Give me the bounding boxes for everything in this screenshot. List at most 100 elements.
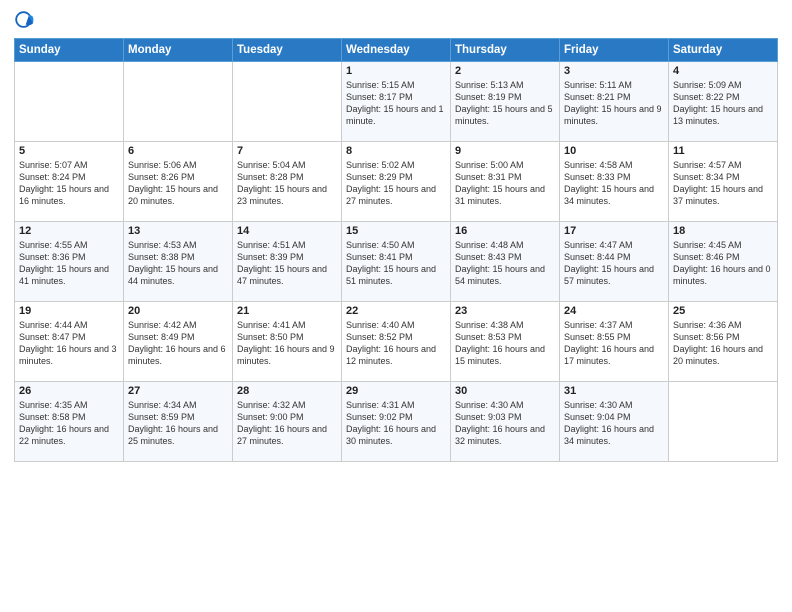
day-number: 31 — [564, 385, 664, 397]
calendar-cell: 22 Sunrise: 4:40 AM Sunset: 8:52 PM Dayli… — [342, 302, 451, 382]
day-info: Sunrise: 4:34 AM Sunset: 8:59 PM Dayligh… — [128, 399, 228, 448]
calendar-cell: 27Sunrise: 4:34 AM Sunset: 8:59 PM Dayli… — [124, 382, 233, 462]
calendar-cell: 15 Sunrise: 4:50 AM Sunset: 8:41 PM Dayli… — [342, 222, 451, 302]
day-number: 22 — [346, 305, 446, 317]
day-info: Sunrise: 4:38 AM Sunset: 8:53 PM Dayligh… — [455, 319, 555, 368]
day-info: Sunrise: 4:30 AM Sunset: 9:03 PM Dayligh… — [455, 399, 555, 448]
day-info: Sunrise: 4:53 AM Sunset: 8:38 PM Dayligh… — [128, 239, 228, 288]
day-info: Sunrise: 4:36 AM Sunset: 8:56 PM Dayligh… — [673, 319, 773, 368]
day-info: Sunrise: 5:06 AM Sunset: 8:26 PM Dayligh… — [128, 159, 228, 208]
calendar-cell: 3Sunrise: 5:11 AM Sunset: 8:21 PM Daylig… — [560, 62, 669, 142]
logo — [14, 10, 40, 32]
day-info: Sunrise: 4:32 AM Sunset: 9:00 PM Dayligh… — [237, 399, 337, 448]
day-of-week-header: Saturday — [669, 39, 778, 62]
day-info: Sunrise: 4:42 AM Sunset: 8:49 PM Dayligh… — [128, 319, 228, 368]
day-number: 9 — [455, 145, 555, 157]
day-info: Sunrise: 5:00 AM Sunset: 8:31 PM Dayligh… — [455, 159, 555, 208]
day-number: 26 — [19, 385, 119, 397]
day-info: Sunrise: 5:02 AM Sunset: 8:29 PM Dayligh… — [346, 159, 446, 208]
calendar-cell: 31 Sunrise: 4:30 AM Sunset: 9:04 PM Dayli… — [560, 382, 669, 462]
day-number: 8 — [346, 145, 446, 157]
day-of-week-header: Sunday — [15, 39, 124, 62]
day-number: 4 — [673, 65, 773, 77]
calendar-week-row: 26Sunrise: 4:35 AM Sunset: 8:58 PM Dayli… — [15, 382, 778, 462]
day-number: 21 — [237, 305, 337, 317]
day-info: Sunrise: 5:04 AM Sunset: 8:28 PM Dayligh… — [237, 159, 337, 208]
calendar-cell: 2 Sunrise: 5:13 AM Sunset: 8:19 PM Daylig… — [451, 62, 560, 142]
day-info: Sunrise: 4:45 AM Sunset: 8:46 PM Dayligh… — [673, 239, 773, 288]
calendar-cell: 19Sunrise: 4:44 AM Sunset: 8:47 PM Dayli… — [15, 302, 124, 382]
day-number: 28 — [237, 385, 337, 397]
calendar-cell: 9 Sunrise: 5:00 AM Sunset: 8:31 PM Daylig… — [451, 142, 560, 222]
day-info: Sunrise: 4:30 AM Sunset: 9:04 PM Dayligh… — [564, 399, 664, 448]
day-of-week-header: Thursday — [451, 39, 560, 62]
day-number: 6 — [128, 145, 228, 157]
day-number: 3 — [564, 65, 664, 77]
day-number: 20 — [128, 305, 228, 317]
day-number: 13 — [128, 225, 228, 237]
day-number: 25 — [673, 305, 773, 317]
day-info: Sunrise: 4:40 AM Sunset: 8:52 PM Dayligh… — [346, 319, 446, 368]
calendar-week-row: 1 Sunrise: 5:15 AM Sunset: 8:17 PM Daylig… — [15, 62, 778, 142]
day-info: Sunrise: 5:13 AM Sunset: 8:19 PM Dayligh… — [455, 79, 555, 128]
day-info: Sunrise: 5:09 AM Sunset: 8:22 PM Dayligh… — [673, 79, 773, 128]
calendar-cell: 14 Sunrise: 4:51 AM Sunset: 8:39 PM Dayli… — [233, 222, 342, 302]
header — [14, 10, 778, 32]
calendar-cell: 18 Sunrise: 4:45 AM Sunset: 8:46 PM Dayli… — [669, 222, 778, 302]
day-info: Sunrise: 4:58 AM Sunset: 8:33 PM Dayligh… — [564, 159, 664, 208]
day-number: 29 — [346, 385, 446, 397]
calendar-cell: 11 Sunrise: 4:57 AM Sunset: 8:34 PM Dayli… — [669, 142, 778, 222]
calendar-week-row: 5 Sunrise: 5:07 AM Sunset: 8:24 PM Daylig… — [15, 142, 778, 222]
calendar: SundayMondayTuesdayWednesdayThursdayFrid… — [14, 38, 778, 462]
day-info: Sunrise: 4:57 AM Sunset: 8:34 PM Dayligh… — [673, 159, 773, 208]
calendar-cell: 1 Sunrise: 5:15 AM Sunset: 8:17 PM Daylig… — [342, 62, 451, 142]
day-number: 30 — [455, 385, 555, 397]
day-number: 16 — [455, 225, 555, 237]
calendar-cell: 12 Sunrise: 4:55 AM Sunset: 8:36 PM Dayli… — [15, 222, 124, 302]
calendar-cell: 7Sunrise: 5:04 AM Sunset: 8:28 PM Daylig… — [233, 142, 342, 222]
day-number: 18 — [673, 225, 773, 237]
calendar-cell — [233, 62, 342, 142]
calendar-week-row: 12 Sunrise: 4:55 AM Sunset: 8:36 PM Dayli… — [15, 222, 778, 302]
day-of-week-header: Wednesday — [342, 39, 451, 62]
day-info: Sunrise: 5:15 AM Sunset: 8:17 PM Dayligh… — [346, 79, 446, 128]
day-of-week-header: Tuesday — [233, 39, 342, 62]
page: SundayMondayTuesdayWednesdayThursdayFrid… — [0, 0, 792, 612]
day-info: Sunrise: 5:07 AM Sunset: 8:24 PM Dayligh… — [19, 159, 119, 208]
calendar-cell: 8 Sunrise: 5:02 AM Sunset: 8:29 PM Daylig… — [342, 142, 451, 222]
day-number: 24 — [564, 305, 664, 317]
calendar-cell — [124, 62, 233, 142]
day-info: Sunrise: 4:31 AM Sunset: 9:02 PM Dayligh… — [346, 399, 446, 448]
calendar-cell: 25 Sunrise: 4:36 AM Sunset: 8:56 PM Dayli… — [669, 302, 778, 382]
day-of-week-header: Friday — [560, 39, 669, 62]
calendar-cell: 13 Sunrise: 4:53 AM Sunset: 8:38 PM Dayli… — [124, 222, 233, 302]
day-number: 2 — [455, 65, 555, 77]
day-number: 15 — [346, 225, 446, 237]
calendar-cell: 5 Sunrise: 5:07 AM Sunset: 8:24 PM Daylig… — [15, 142, 124, 222]
calendar-cell: 30 Sunrise: 4:30 AM Sunset: 9:03 PM Dayli… — [451, 382, 560, 462]
day-number: 11 — [673, 145, 773, 157]
logo-icon — [14, 10, 36, 32]
calendar-cell: 6 Sunrise: 5:06 AM Sunset: 8:26 PM Daylig… — [124, 142, 233, 222]
calendar-cell: 26Sunrise: 4:35 AM Sunset: 8:58 PM Dayli… — [15, 382, 124, 462]
calendar-cell: 24 Sunrise: 4:37 AM Sunset: 8:55 PM Dayli… — [560, 302, 669, 382]
day-number: 1 — [346, 65, 446, 77]
day-number: 10 — [564, 145, 664, 157]
calendar-cell: 21Sunrise: 4:41 AM Sunset: 8:50 PM Dayli… — [233, 302, 342, 382]
day-info: Sunrise: 4:37 AM Sunset: 8:55 PM Dayligh… — [564, 319, 664, 368]
day-number: 19 — [19, 305, 119, 317]
calendar-cell: 17Sunrise: 4:47 AM Sunset: 8:44 PM Dayli… — [560, 222, 669, 302]
day-number: 14 — [237, 225, 337, 237]
day-number: 23 — [455, 305, 555, 317]
calendar-cell: 28 Sunrise: 4:32 AM Sunset: 9:00 PM Dayli… — [233, 382, 342, 462]
day-number: 12 — [19, 225, 119, 237]
calendar-header-row: SundayMondayTuesdayWednesdayThursdayFrid… — [15, 39, 778, 62]
day-info: Sunrise: 4:48 AM Sunset: 8:43 PM Dayligh… — [455, 239, 555, 288]
day-info: Sunrise: 4:50 AM Sunset: 8:41 PM Dayligh… — [346, 239, 446, 288]
calendar-cell: 29 Sunrise: 4:31 AM Sunset: 9:02 PM Dayli… — [342, 382, 451, 462]
day-info: Sunrise: 4:51 AM Sunset: 8:39 PM Dayligh… — [237, 239, 337, 288]
day-number: 5 — [19, 145, 119, 157]
calendar-cell: 20 Sunrise: 4:42 AM Sunset: 8:49 PM Dayli… — [124, 302, 233, 382]
calendar-cell — [15, 62, 124, 142]
day-info: Sunrise: 4:55 AM Sunset: 8:36 PM Dayligh… — [19, 239, 119, 288]
